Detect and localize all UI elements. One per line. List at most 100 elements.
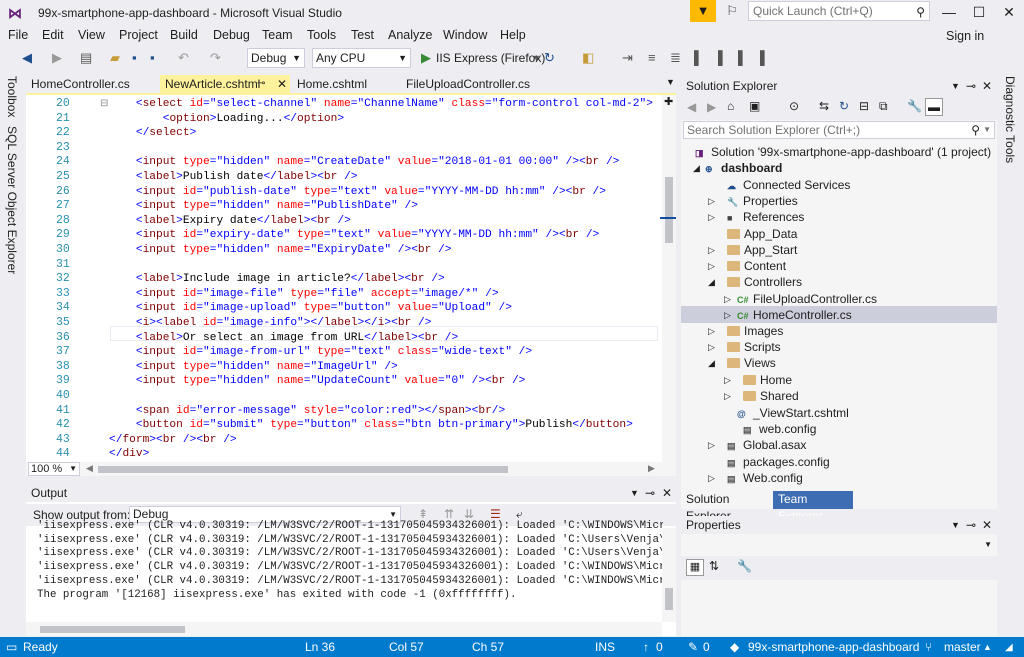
save-all-icon[interactable]: ▪ (150, 50, 155, 65)
tree-controllers[interactable]: Controllers (727, 274, 802, 290)
collapsed-icon[interactable]: ▷ (708, 440, 715, 451)
tree-images[interactable]: Images (727, 323, 783, 339)
collapsed-icon[interactable]: ▷ (708, 473, 715, 484)
pending-changes-icon[interactable]: ⊙ (789, 99, 799, 113)
find-message-icon[interactable]: ⇞ (418, 507, 428, 521)
bookmark-icon[interactable]: ▌ (694, 50, 703, 65)
pending-count[interactable]: 0 (703, 640, 710, 654)
horizontal-scroll-thumb[interactable] (98, 466, 508, 473)
output-vertical-scrollbar[interactable] (662, 528, 676, 622)
collapsed-icon[interactable]: ▷ (708, 212, 715, 223)
quick-launch-input[interactable]: Quick Launch (Ctrl+Q) ⚲ (748, 1, 930, 21)
code-line[interactable]: <button id="submit" type="button" class=… (109, 418, 633, 433)
tree-app-data[interactable]: App_Data (727, 226, 797, 242)
home-icon[interactable]: ⌂ (727, 99, 734, 113)
switch-views-icon[interactable]: ▣ (749, 99, 760, 113)
close-icon[interactable]: ✕ (982, 76, 992, 96)
expanded-icon[interactable]: ◢ (708, 358, 715, 369)
pin-icon[interactable]: ⊸ (645, 484, 655, 502)
properties-icon[interactable]: 🔧 (907, 99, 922, 113)
code-line[interactable]: <i><label id="image-info"></label></i><b… (109, 316, 432, 331)
step-into-icon[interactable]: ⇥ (622, 50, 633, 66)
tab-fileuploadcontroller[interactable]: FileUploadController.cs (401, 75, 551, 93)
feedback-icon[interactable]: ⚐ (720, 0, 744, 22)
collapsed-icon[interactable]: ▷ (708, 326, 715, 337)
code-editor[interactable]: 20 21 22 23 24 25 26 27 28 29 30 31 32 33 34 35 36 37 38 39… (26, 93, 676, 464)
tree-viewstart[interactable]: @ _ViewStart.cshtml (737, 405, 849, 421)
back-icon[interactable]: ◀ (687, 100, 696, 114)
solution-platform-select[interactable]: Any CPU ▼ (312, 48, 411, 68)
open-file-icon[interactable]: ▰ (110, 50, 120, 66)
window-position-icon[interactable]: ▼ (630, 484, 639, 502)
properties-object-select[interactable]: ▼ (683, 536, 995, 554)
collapsed-icon[interactable]: ▷ (708, 261, 715, 272)
solution-search-input[interactable]: Search Solution Explorer (Ctrl+;) ⚲ ▼ (683, 121, 995, 139)
publish-up-icon[interactable]: ↑ (643, 640, 649, 654)
tab-team-explorer[interactable]: Team Explorer (773, 491, 853, 523)
pin-icon[interactable]: ⊸ (966, 76, 976, 96)
tree-project[interactable]: ⊕ dashboard (705, 160, 782, 176)
tree-scripts[interactable]: Scripts (727, 339, 781, 355)
code-line[interactable]: <input type="hidden" name="UpdateCount" … (109, 374, 526, 389)
diagnostic-tools-tab[interactable]: Diagnostic Tools (1003, 76, 1017, 163)
uncomment-icon[interactable]: ≣ (670, 50, 681, 66)
menu-debug[interactable]: Debug (213, 28, 250, 42)
back-icon[interactable]: ◀ (22, 50, 32, 66)
code-line[interactable]: <input id="image-file" type="file" accep… (109, 287, 499, 302)
menu-file[interactable]: File (8, 28, 28, 42)
scroll-right-icon[interactable]: ▶ (648, 463, 655, 474)
output-text[interactable]: 'iisexpress.exe' (CLR v4.0.30319: /LM/W3… (37, 520, 663, 602)
menu-test[interactable]: Test (351, 28, 374, 42)
code-line[interactable]: <select id="select-channel" name="Channe… (109, 97, 653, 112)
tree-references[interactable]: ■ References (727, 209, 804, 225)
forward-icon[interactable]: ▶ (52, 50, 62, 66)
collapsed-icon[interactable]: ▷ (708, 342, 715, 353)
repository-icon[interactable]: ◆ (730, 640, 739, 654)
close-icon[interactable]: ✕ (982, 516, 992, 534)
sign-in-link[interactable]: Sign in (946, 29, 984, 43)
categorized-icon[interactable]: ▦ (686, 559, 704, 576)
menu-team[interactable]: Team (262, 28, 293, 42)
prev-message-icon[interactable]: ⇈ (444, 507, 454, 521)
collapsed-icon[interactable]: ▷ (724, 375, 731, 386)
branch-icon[interactable]: ⑂ (925, 640, 932, 654)
tree-homecontroller[interactable]: C# HomeController.cs (737, 307, 852, 323)
tree-global-asax[interactable]: ▤ Global.asax (727, 437, 806, 453)
split-icon[interactable]: ✚ (664, 95, 673, 108)
collapsed-icon[interactable]: ▷ (724, 310, 731, 321)
code-area[interactable]: <select id="select-channel" name="Channe… (26, 95, 656, 464)
tree-web-config[interactable]: ▤ Web.config (727, 470, 803, 486)
pin-icon[interactable]: ⊸ (966, 516, 976, 534)
branch-up-icon[interactable]: ▲ (983, 642, 992, 652)
code-line[interactable]: <input type="hidden" name="PublishDate" … (109, 199, 418, 214)
undo-icon[interactable]: ↶ (178, 50, 189, 66)
pin-icon[interactable]: ⊸ (257, 75, 265, 93)
output-horizontal-scrollbar[interactable] (26, 622, 662, 636)
repository-name[interactable]: 99x-smartphone-app-dashboard (748, 640, 919, 654)
start-debug-icon[interactable]: ▶ (421, 50, 431, 66)
sql-server-object-explorer-tab[interactable]: SQL Server Object Explorer (5, 126, 19, 274)
show-all-files-icon[interactable]: ⧉ (879, 99, 888, 114)
next-message-icon[interactable]: ⇊ (464, 507, 474, 521)
scroll-thumb[interactable] (40, 626, 185, 633)
tree-views-shared[interactable]: Shared (743, 388, 799, 404)
expanded-icon[interactable]: ◢ (708, 277, 715, 288)
code-line[interactable]: <input id="publish-date" type="text" val… (109, 185, 606, 200)
tab-newarticle[interactable]: NewArticle.cshtml ⊸ ✕ (160, 75, 290, 93)
code-line[interactable]: </div> (109, 447, 149, 462)
clear-all-icon[interactable]: ☰ (490, 507, 501, 521)
code-line[interactable]: <input id="expiry-date" type="text" valu… (109, 228, 599, 243)
tab-dropdown-icon[interactable]: ▼ (666, 77, 675, 87)
menu-edit[interactable]: Edit (42, 28, 64, 42)
tree-views-home[interactable]: Home (743, 372, 792, 388)
redo-icon[interactable]: ↷ (210, 50, 221, 66)
code-line[interactable]: </select> (109, 126, 196, 141)
menu-analyze[interactable]: Analyze (388, 28, 432, 42)
scroll-thumb[interactable] (665, 177, 673, 243)
code-line[interactable]: <input type="hidden" name="ExpiryDate" /… (109, 243, 452, 258)
zoom-select[interactable]: 100 % ▼ (28, 462, 80, 476)
unpublished-count[interactable]: 0 (656, 640, 663, 654)
code-line[interactable]: <label>Include image in article?</label>… (109, 272, 445, 287)
collapsed-icon[interactable]: ▷ (708, 196, 715, 207)
new-project-icon[interactable]: ▤ (80, 50, 92, 66)
